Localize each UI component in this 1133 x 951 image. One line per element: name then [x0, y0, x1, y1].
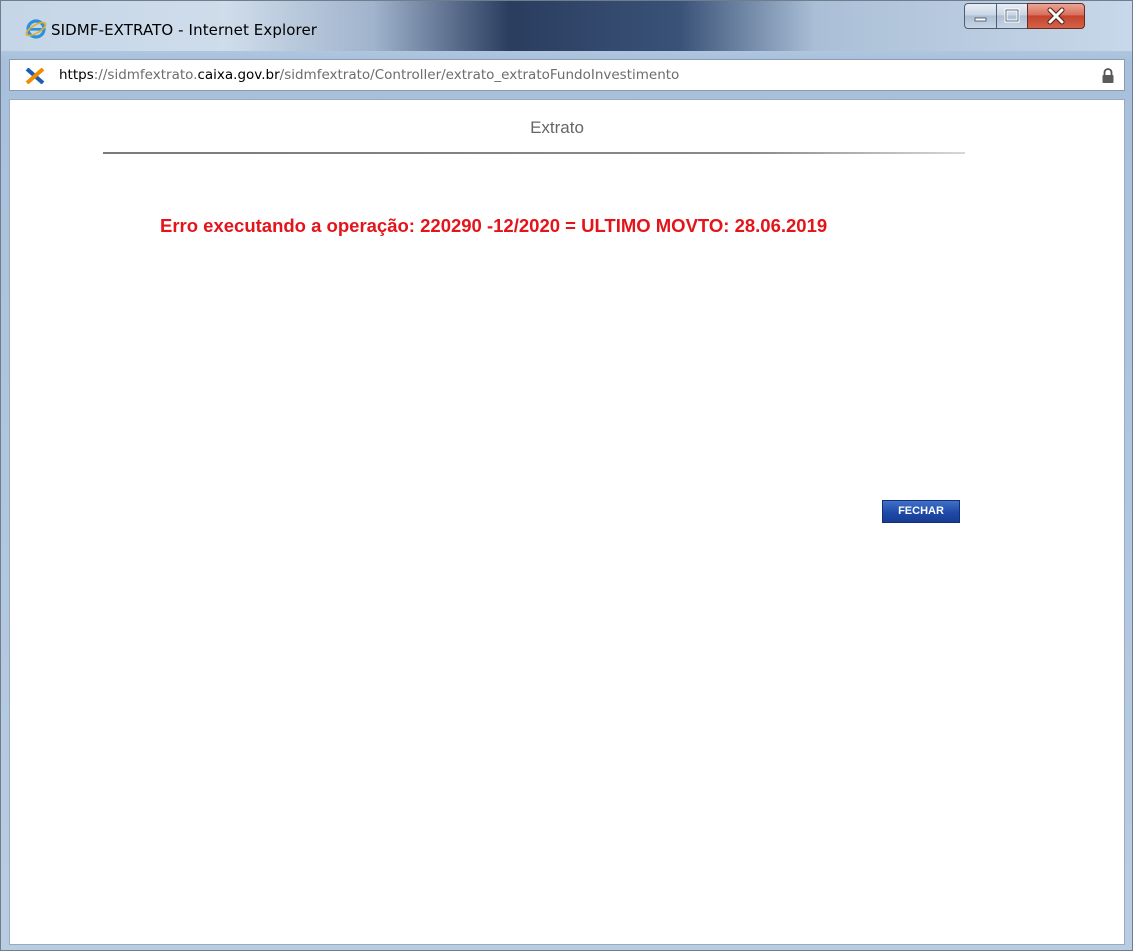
maximize-button[interactable] — [996, 3, 1028, 29]
url-path: /sidmfextrato/Controller/extrato_extrato… — [279, 67, 680, 83]
url-separator: :// — [93, 67, 108, 83]
page-title: Extrato — [530, 118, 584, 137]
caixa-icon — [25, 68, 45, 84]
lock-icon[interactable] — [1101, 68, 1115, 84]
window-titlebar[interactable]: SIDMF-EXTRATO - Internet Explorer — [1, 1, 1132, 51]
maximize-icon — [1004, 8, 1020, 23]
internet-explorer-icon — [25, 19, 47, 39]
close-icon — [1047, 7, 1065, 25]
title-divider — [103, 152, 965, 154]
ie-popup-window: SIDMF-EXTRATO - Internet Explorer https:… — [0, 0, 1133, 951]
url-subdomain: sidmfextrato. — [107, 67, 198, 83]
page-content: Extrato Erro executando a operação: 2202… — [9, 99, 1125, 945]
address-url[interactable]: https://sidmfextrato.caixa.gov.br/sidmfe… — [59, 67, 679, 83]
url-scheme: https — [59, 67, 94, 83]
error-message: Erro executando a operação: 220290 -12/2… — [160, 215, 828, 236]
minimize-icon — [974, 17, 987, 22]
minimize-button[interactable] — [964, 3, 997, 29]
close-button[interactable]: FECHAR — [882, 500, 960, 523]
close-window-button[interactable] — [1027, 3, 1085, 29]
url-domain: caixa.gov.br — [197, 67, 280, 83]
window-title: SIDMF-EXTRATO - Internet Explorer — [51, 21, 318, 39]
